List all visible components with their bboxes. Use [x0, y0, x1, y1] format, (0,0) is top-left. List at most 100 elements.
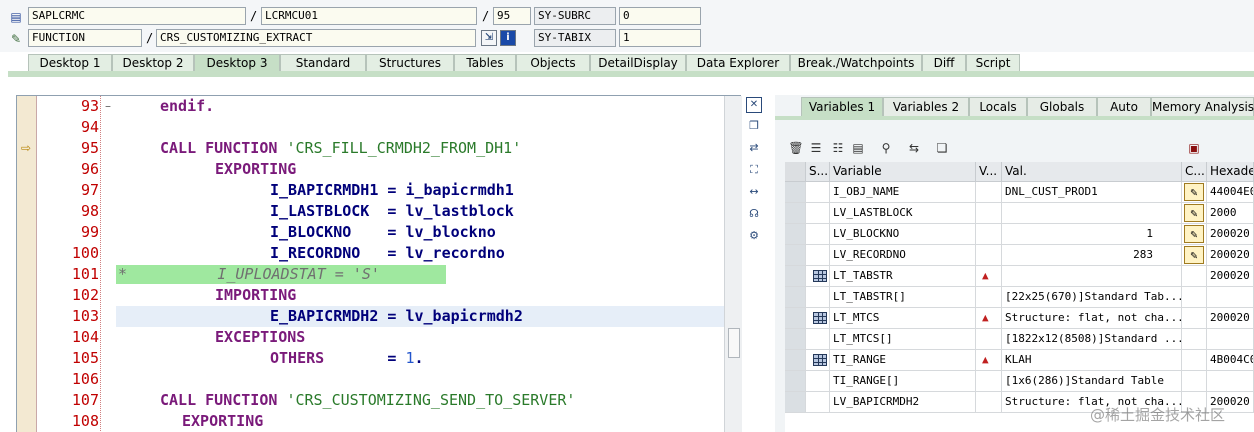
code-line[interactable]: 106	[17, 369, 725, 390]
tab-breakpoints[interactable]: Break./Watchpoints	[790, 54, 922, 72]
row-type-cell[interactable]	[806, 266, 830, 287]
event-name-field[interactable]: CRS_CUSTOMIZING_EXTRACT	[156, 29, 476, 47]
row-variable-cell[interactable]: TI_RANGE[]	[830, 371, 976, 392]
copy-icon[interactable]: ❏	[933, 139, 951, 157]
row-type-cell[interactable]	[806, 308, 830, 329]
swap-icon[interactable]: ⇄	[746, 140, 762, 156]
row-hex-cell[interactable]: 44004E0	[1207, 182, 1254, 203]
row-visibility-cell[interactable]	[976, 371, 1002, 392]
tab-detaildisplay[interactable]: DetailDisplay	[590, 54, 686, 72]
code-line[interactable]: 103 E_BAPICRMDH2 = lv_bapicrmdh2	[17, 306, 725, 327]
row-hex-cell[interactable]: 2000	[1207, 203, 1254, 224]
sysvar-value-tabix[interactable]: 1	[619, 29, 701, 47]
row-type-cell[interactable]	[806, 182, 830, 203]
row-selector[interactable]	[785, 329, 806, 350]
tab-desktop-2[interactable]: Desktop 2	[112, 54, 194, 72]
code-line[interactable]: 99 I_BLOCKNO = lv_blockno	[17, 222, 725, 243]
code-line[interactable]: 98 I_LASTBLOCK = lv_lastblock	[17, 201, 725, 222]
row-visibility-cell[interactable]	[976, 329, 1002, 350]
row-value-cell[interactable]	[1002, 203, 1182, 224]
tab-structures[interactable]: Structures	[366, 54, 454, 72]
move-row-icon[interactable]: ▤	[849, 139, 867, 157]
row-type-cell[interactable]	[806, 245, 830, 266]
row-change-cell[interactable]	[1182, 266, 1207, 287]
row-hex-cell[interactable]	[1207, 287, 1254, 308]
row-variable-cell[interactable]: LT_TABSTR[]	[830, 287, 976, 308]
row-value-cell[interactable]: 283	[1002, 245, 1182, 266]
code-line[interactable]: 101 * I_UPLOADSTAT = 'S'	[17, 264, 725, 285]
row-type-cell[interactable]	[806, 203, 830, 224]
row-hex-cell[interactable]: 200020	[1207, 245, 1254, 266]
row-visibility-cell[interactable]: ▲	[976, 308, 1002, 329]
tab-variables-2[interactable]: Variables 2	[883, 97, 969, 117]
row-selector[interactable]	[785, 245, 806, 266]
program-field[interactable]: SAPLCRMC	[28, 7, 246, 25]
row-value-cell[interactable]: 1	[1002, 224, 1182, 245]
row-visibility-cell[interactable]	[976, 224, 1002, 245]
header-value[interactable]: Val.	[1002, 162, 1182, 182]
row-change-cell[interactable]	[1182, 371, 1207, 392]
row-visibility-cell[interactable]	[976, 287, 1002, 308]
tab-memory-analysis[interactable]: Memory Analysis	[1151, 97, 1254, 117]
code-line[interactable]: 105 OTHERS = 1.	[17, 348, 725, 369]
row-variable-cell[interactable]: LV_BLOCKNO	[830, 224, 976, 245]
row-type-cell[interactable]	[806, 329, 830, 350]
tab-variables-1[interactable]: Variables 1	[801, 97, 883, 117]
row-value-cell[interactable]: DNL_CUST_PROD1	[1002, 182, 1182, 203]
row-variable-cell[interactable]: TI_RANGE	[830, 350, 976, 371]
tab-objects[interactable]: Objects	[516, 54, 590, 72]
row-change-cell[interactable]	[1182, 329, 1207, 350]
header-hexadecimal[interactable]: Hexadec	[1207, 162, 1254, 182]
code-line-current[interactable]: ⇨ 95 CALL FUNCTION 'CRS_FILL_CRMDH2_FROM…	[17, 138, 725, 159]
insert-row-icon[interactable]: ☰	[807, 139, 825, 157]
tab-tables[interactable]: Tables	[454, 54, 516, 72]
headset-icon[interactable]: ☊	[746, 206, 762, 222]
code-line[interactable]: 108 EXPORTING	[17, 411, 725, 432]
row-visibility-cell[interactable]	[976, 203, 1002, 224]
code-line[interactable]: 96 EXPORTING	[17, 159, 725, 180]
tab-script[interactable]: Script	[966, 54, 1020, 72]
tab-desktop-3[interactable]: Desktop 3	[194, 54, 280, 72]
header-variable[interactable]: Variable	[830, 162, 976, 182]
new-window-icon[interactable]: ❐	[746, 118, 762, 134]
resize-icon[interactable]: ↔	[746, 184, 762, 200]
row-change-cell[interactable]	[1182, 308, 1207, 329]
row-value-cell[interactable]: [22x25(670)]Standard Tab...	[1002, 287, 1182, 308]
row-value-cell[interactable]: KLAH	[1002, 350, 1182, 371]
row-visibility-cell[interactable]	[976, 392, 1002, 413]
sysvar-value-subrc[interactable]: 0	[619, 7, 701, 25]
maximize-icon[interactable]: ⛶	[746, 162, 762, 178]
row-type-cell[interactable]	[806, 287, 830, 308]
line-field[interactable]: 95	[493, 7, 531, 25]
navigate-icon[interactable]: ⇲	[481, 30, 497, 46]
row-variable-cell[interactable]: LT_MTCS[]	[830, 329, 976, 350]
tab-auto[interactable]: Auto	[1097, 97, 1151, 117]
row-variable-cell[interactable]: LV_LASTBLOCK	[830, 203, 976, 224]
row-selector[interactable]	[785, 392, 806, 413]
row-selector[interactable]	[785, 350, 806, 371]
tab-globals[interactable]: Globals	[1027, 97, 1097, 117]
tab-desktop-1[interactable]: Desktop 1	[28, 54, 112, 72]
row-hex-cell[interactable]	[1207, 371, 1254, 392]
tab-diff[interactable]: Diff	[922, 54, 966, 72]
row-change-cell[interactable]: ✎	[1182, 245, 1207, 266]
info-icon[interactable]: i	[500, 30, 516, 46]
row-value-cell[interactable]: [1822x12(8508)]Standard ...	[1002, 329, 1182, 350]
code-line[interactable]: 100 I_RECORDNO = lv_recordno	[17, 243, 725, 264]
row-change-cell[interactable]: ✎	[1182, 203, 1207, 224]
code-line[interactable]: 94	[17, 117, 725, 138]
event-type-field[interactable]: FUNCTION	[28, 29, 142, 47]
row-value-cell[interactable]: [1x6(286)]Standard Table	[1002, 371, 1182, 392]
tab-standard[interactable]: Standard	[280, 54, 366, 72]
row-value-cell[interactable]: Structure: flat, not cha...	[1002, 308, 1182, 329]
transfer-icon[interactable]: ⇆	[905, 139, 923, 157]
save-icon[interactable]: ▣	[1185, 139, 1203, 157]
row-selector[interactable]	[785, 287, 806, 308]
pencil-icon[interactable]: ✎	[1184, 204, 1204, 222]
row-variable-cell[interactable]: LV_RECORDNO	[830, 245, 976, 266]
row-selector[interactable]	[785, 371, 806, 392]
row-type-cell[interactable]	[806, 224, 830, 245]
row-hex-cell[interactable]: 200020	[1207, 266, 1254, 287]
row-type-cell[interactable]	[806, 392, 830, 413]
scroll-thumb[interactable]	[728, 328, 740, 358]
